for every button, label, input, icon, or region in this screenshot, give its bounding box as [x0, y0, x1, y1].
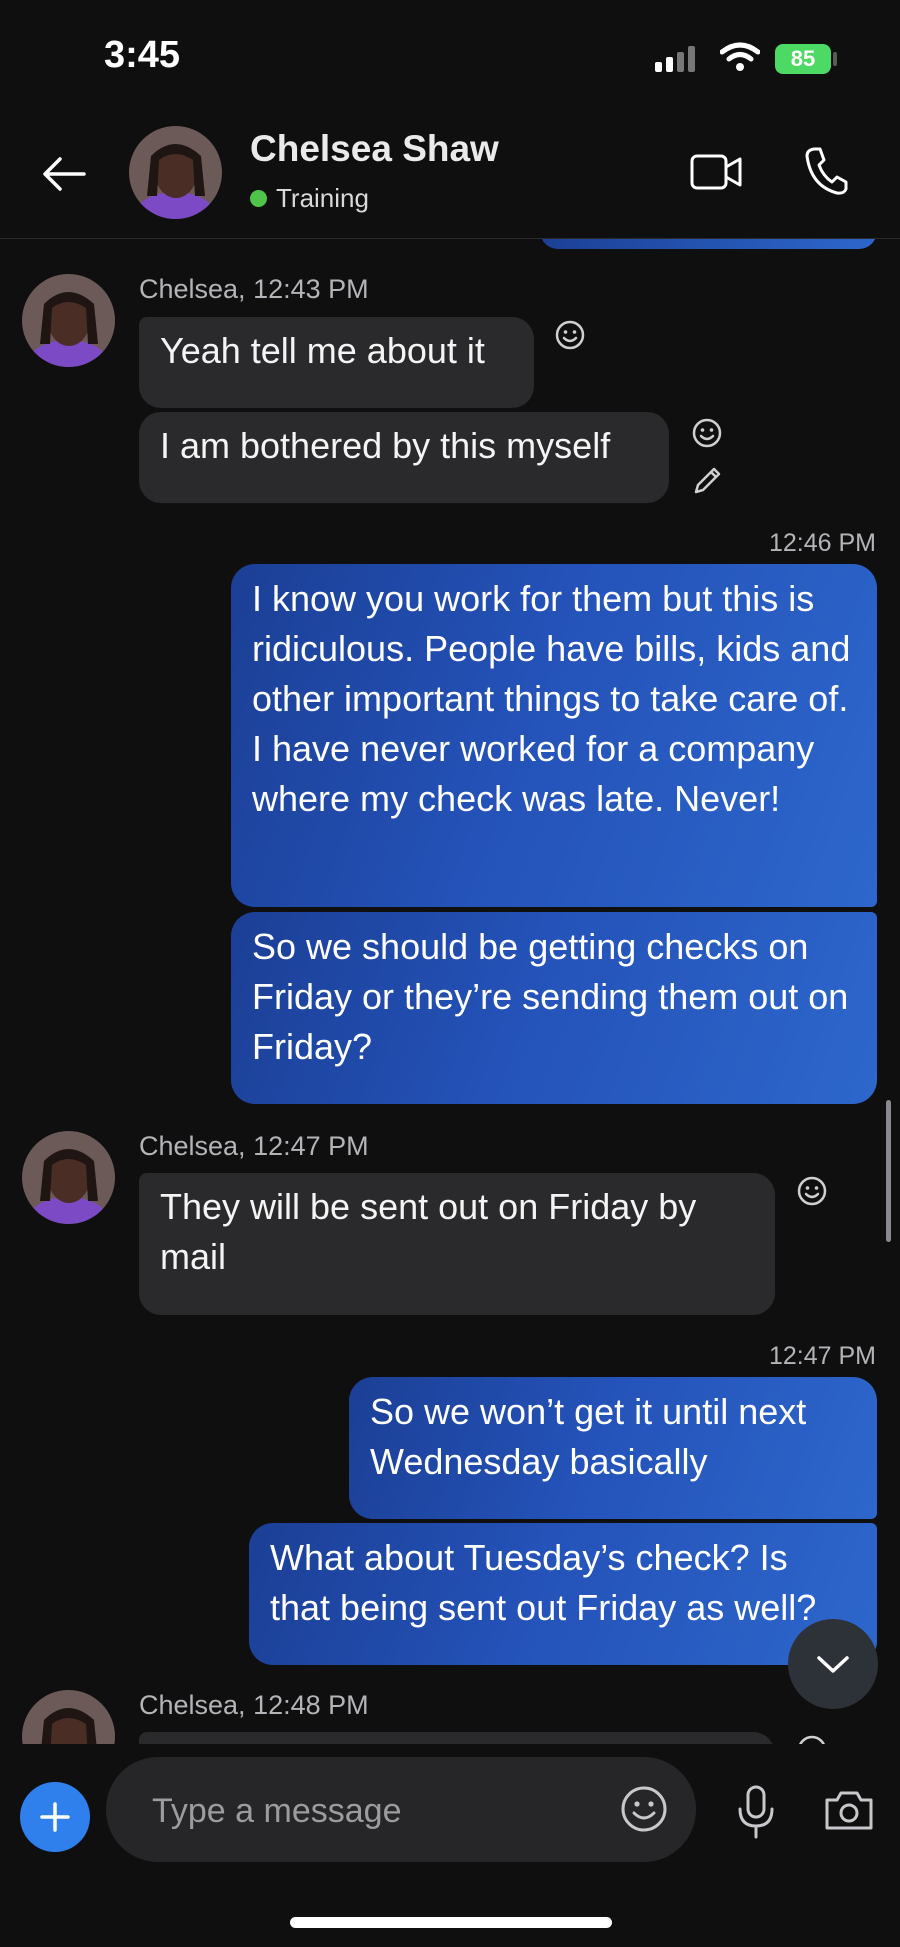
- sender-avatar[interactable]: [22, 274, 115, 367]
- video-call-icon[interactable]: [690, 150, 742, 194]
- cellular-signal-icon: [655, 46, 695, 72]
- contact-name[interactable]: Chelsea Shaw: [250, 128, 499, 170]
- chevron-down-icon: [817, 1656, 849, 1673]
- add-reaction-icon[interactable]: [796, 1734, 828, 1744]
- message-timestamp: 12:47 PM: [768, 1342, 876, 1370]
- sender-avatar[interactable]: [22, 1690, 115, 1744]
- status-time: 3:45: [104, 34, 181, 76]
- outgoing-message-bubble[interactable]: I know you work for them but this is rid…: [231, 564, 877, 907]
- sender-meta: Chelsea, 12:47 PM: [139, 1131, 369, 1161]
- sender-meta: Chelsea, 12:43 PM: [139, 274, 369, 304]
- outgoing-message-bubble[interactable]: So we should be getting checks on Friday…: [231, 912, 877, 1104]
- presence-status-text: Training: [276, 183, 369, 213]
- scrollbar-thumb[interactable]: [886, 1100, 891, 1242]
- wifi-icon: [720, 42, 760, 71]
- incoming-message-bubble[interactable]: I am bothered by this myself: [139, 412, 669, 503]
- message-input[interactable]: [150, 1785, 594, 1837]
- outgoing-message-bubble[interactable]: So we won’t get it until next Wednesday …: [349, 1377, 877, 1519]
- camera-icon[interactable]: [823, 1788, 875, 1832]
- sender-meta: Chelsea, 12:48 PM: [139, 1690, 369, 1720]
- message-list[interactable]: Chelsea, 12:43 PM Yeah tell me about it …: [0, 239, 900, 1744]
- contact-avatar[interactable]: [129, 126, 222, 219]
- incoming-message-bubble[interactable]: [139, 1732, 775, 1744]
- outgoing-message-bubble[interactable]: What about Tuesday’s check? Is that bein…: [249, 1523, 877, 1665]
- emoji-icon[interactable]: [619, 1784, 669, 1834]
- message-timestamp: 12:46 PM: [768, 529, 876, 557]
- incoming-message-bubble[interactable]: Yeah tell me about it: [139, 317, 534, 408]
- incoming-message-bubble[interactable]: They will be sent out on Friday by mail: [139, 1173, 775, 1315]
- add-reaction-icon[interactable]: [554, 319, 586, 351]
- add-reaction-icon[interactable]: [796, 1175, 828, 1207]
- home-indicator: [290, 1917, 612, 1928]
- edit-pencil-icon[interactable]: [691, 465, 723, 497]
- presence-status-dot: [250, 190, 267, 207]
- sender-avatar[interactable]: [22, 1131, 115, 1224]
- add-reaction-icon[interactable]: [691, 417, 723, 449]
- add-attachment-button[interactable]: [20, 1782, 90, 1852]
- microphone-icon[interactable]: [734, 1784, 778, 1840]
- plus-icon: [40, 1802, 70, 1832]
- previous-message-bubble-edge: [540, 239, 877, 249]
- scroll-to-bottom-button[interactable]: [788, 1619, 878, 1709]
- back-arrow-icon[interactable]: [40, 150, 88, 198]
- battery-tip: [833, 52, 837, 66]
- phone-call-icon[interactable]: [804, 146, 848, 196]
- battery-level: 85: [775, 44, 831, 74]
